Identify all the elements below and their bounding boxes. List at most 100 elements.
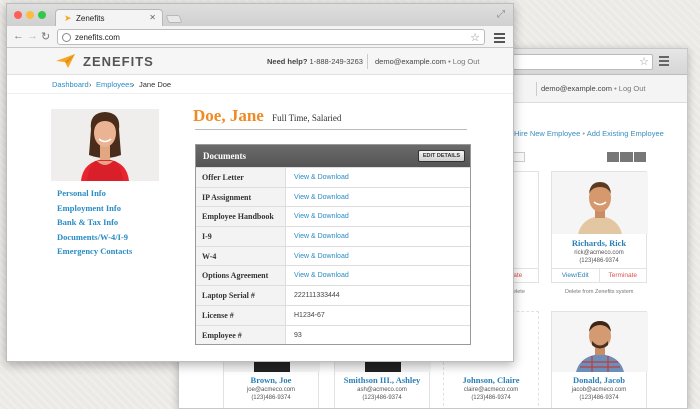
- tab-title: Zenefits: [76, 14, 105, 23]
- close-window-icon[interactable]: [14, 11, 22, 19]
- browser-toolbar: ← → ↻ zenefits.com ☆: [7, 26, 513, 48]
- minimize-window-icon[interactable]: [26, 11, 34, 19]
- address-bar[interactable]: zenefits.com ☆: [57, 29, 485, 45]
- employee-card[interactable]: Donald, Jacob jacob@acmeco.com (123)486-…: [551, 311, 648, 408]
- document-row: Laptop Serial # 222111333444: [196, 285, 470, 305]
- back-menu-icon[interactable]: [659, 54, 669, 68]
- tab-close-icon[interactable]: ✕: [149, 13, 156, 22]
- breadcrumb-employees[interactable]: Employees: [96, 80, 133, 89]
- breadcrumb-dashboard[interactable]: Dashboard: [52, 80, 89, 89]
- side-menu-emergency-contacts[interactable]: Emergency Contacts: [57, 246, 132, 256]
- employee-phone: (123)486-9374: [579, 258, 619, 264]
- view-download-link[interactable]: View & Download: [286, 247, 470, 266]
- header-divider: [367, 54, 368, 69]
- url-text[interactable]: zenefits.com: [75, 33, 120, 42]
- employee-card[interactable]: Richards, Rick rick@acmeco.com (123)486-…: [551, 171, 648, 283]
- documents-panel: Documents EDIT DETAILS Offer Letter View…: [195, 144, 471, 346]
- employee-name: Doe, Jane: [193, 106, 264, 125]
- document-row: W-4 View & Download: [196, 245, 470, 266]
- employee-name[interactable]: Brown, Joe: [224, 375, 318, 385]
- side-menu-personal-info[interactable]: Personal Info: [57, 188, 132, 198]
- new-tab-button[interactable]: [165, 15, 183, 23]
- view-download-link[interactable]: View & Download: [286, 266, 470, 285]
- view-download-link[interactable]: View & Download: [286, 227, 470, 246]
- back-employee-links: Hire New Employee • Add Existing Employe…: [514, 129, 664, 138]
- back-user-email: demo@example.com: [541, 84, 612, 93]
- app-header: ZENEFITS Need help? 1-888-249-3263 demo@…: [7, 48, 513, 75]
- tile-view-icon[interactable]: [633, 152, 647, 162]
- document-label: Laptop Serial #: [196, 286, 286, 305]
- view-download-link[interactable]: View & Download: [286, 168, 470, 187]
- card-actions: View/Edit Terminate: [552, 268, 646, 282]
- bookmark-star-icon[interactable]: ☆: [470, 31, 480, 44]
- globe-icon: [62, 33, 71, 42]
- edit-details-button[interactable]: EDIT DETAILS: [417, 150, 465, 162]
- hire-new-employee-link[interactable]: Hire New Employee: [514, 129, 580, 138]
- back-user-info: demo@example.com • Log Out: [541, 84, 646, 93]
- reload-icon[interactable]: ↻: [41, 30, 50, 43]
- user-email: demo@example.com: [375, 57, 446, 66]
- add-existing-employee-link[interactable]: Add Existing Employee: [587, 129, 664, 138]
- side-menu-bank-tax-info[interactable]: Bank & Tax Info: [57, 217, 132, 227]
- forward-arrow-icon[interactable]: →: [27, 30, 38, 42]
- view-toggle[interactable]: [607, 152, 647, 162]
- document-label: Employee #: [196, 325, 286, 345]
- document-label: Offer Letter: [196, 168, 286, 187]
- side-menu-employment-info[interactable]: Employment Info: [57, 203, 132, 213]
- help-info: Need help? 1-888-249-3263: [267, 57, 363, 66]
- document-label: W-4: [196, 246, 286, 266]
- terminate-button[interactable]: Terminate: [600, 269, 647, 282]
- employee-photo: [552, 172, 648, 234]
- link-separator: •: [582, 129, 586, 138]
- heading-divider: [195, 129, 467, 130]
- employment-status: Full Time, Salaried: [272, 113, 342, 123]
- zenefits-logo-icon[interactable]: [55, 53, 77, 69]
- user-info: demo@example.com • Log Out: [375, 57, 480, 66]
- logout-link[interactable]: Log Out: [453, 57, 480, 66]
- document-value: H1234-67: [294, 311, 325, 319]
- employee-name[interactable]: Johnson, Claire: [444, 375, 538, 385]
- tab-bar: ➤ Zenefits ✕ ⤢: [7, 4, 513, 26]
- view-edit-button[interactable]: View/Edit: [552, 269, 600, 282]
- employee-name[interactable]: Donald, Jacob: [552, 375, 646, 385]
- help-phone: 1-888-249-3263: [309, 57, 363, 66]
- view-download-link[interactable]: View & Download: [286, 188, 470, 207]
- breadcrumb-arrow-icon: ›: [89, 80, 92, 89]
- back-header-divider: [536, 82, 537, 96]
- grid-view-icon[interactable]: [607, 152, 621, 162]
- employee-email: claire@acmeco.com: [463, 387, 519, 393]
- help-label: Need help?: [267, 57, 308, 66]
- maximize-window-icon[interactable]: [38, 11, 46, 19]
- employee-phone: (123)486-9374: [251, 395, 291, 401]
- documents-header: Documents EDIT DETAILS: [196, 145, 470, 167]
- list-view-icon[interactable]: [620, 152, 634, 162]
- employee-phone: (123)486-9374: [362, 395, 402, 401]
- document-label: License #: [196, 305, 286, 325]
- side-menu-documents[interactable]: Documents/W-4/I-9: [57, 232, 132, 242]
- document-label: IP Assignment: [196, 187, 286, 207]
- employee-email: ash@acmeco.com: [357, 387, 407, 393]
- document-label: I-9: [196, 227, 286, 246]
- browser-tab[interactable]: ➤ Zenefits ✕: [55, 9, 163, 26]
- documents-title: Documents: [203, 151, 246, 161]
- employee-name[interactable]: Smithson III., Ashley: [335, 375, 429, 385]
- fullscreen-icon[interactable]: ⤢: [497, 9, 505, 20]
- browser-menu-icon[interactable]: [494, 31, 505, 45]
- back-arrow-icon[interactable]: ←: [13, 30, 24, 42]
- document-row: Employee # 93: [196, 324, 470, 345]
- back-logout-link[interactable]: Log Out: [619, 84, 646, 93]
- employee-phone: (123)486-9374: [579, 395, 619, 401]
- brand-name[interactable]: ZENEFITS: [83, 54, 154, 69]
- document-label: Employee Handbook: [196, 207, 286, 227]
- document-row: IP Assignment View & Download: [196, 186, 470, 207]
- breadcrumb-current: Jane Doe: [139, 80, 172, 89]
- back-star-icon[interactable]: ☆: [639, 55, 649, 68]
- front-browser-window: ➤ Zenefits ✕ ⤢ ← → ↻ zenefits.com ☆ ZENE…: [6, 3, 514, 362]
- employee-photo: [552, 312, 648, 372]
- breadcrumb-arrow-icon: ›: [132, 80, 135, 89]
- document-value: 222111333444: [294, 292, 340, 300]
- employee-name[interactable]: Richards, Rick: [552, 238, 646, 248]
- document-label: Options Agreement: [196, 266, 286, 286]
- employee-side-menu: Personal Info Employment Info Bank & Tax…: [57, 188, 132, 261]
- view-download-link[interactable]: View & Download: [286, 207, 470, 226]
